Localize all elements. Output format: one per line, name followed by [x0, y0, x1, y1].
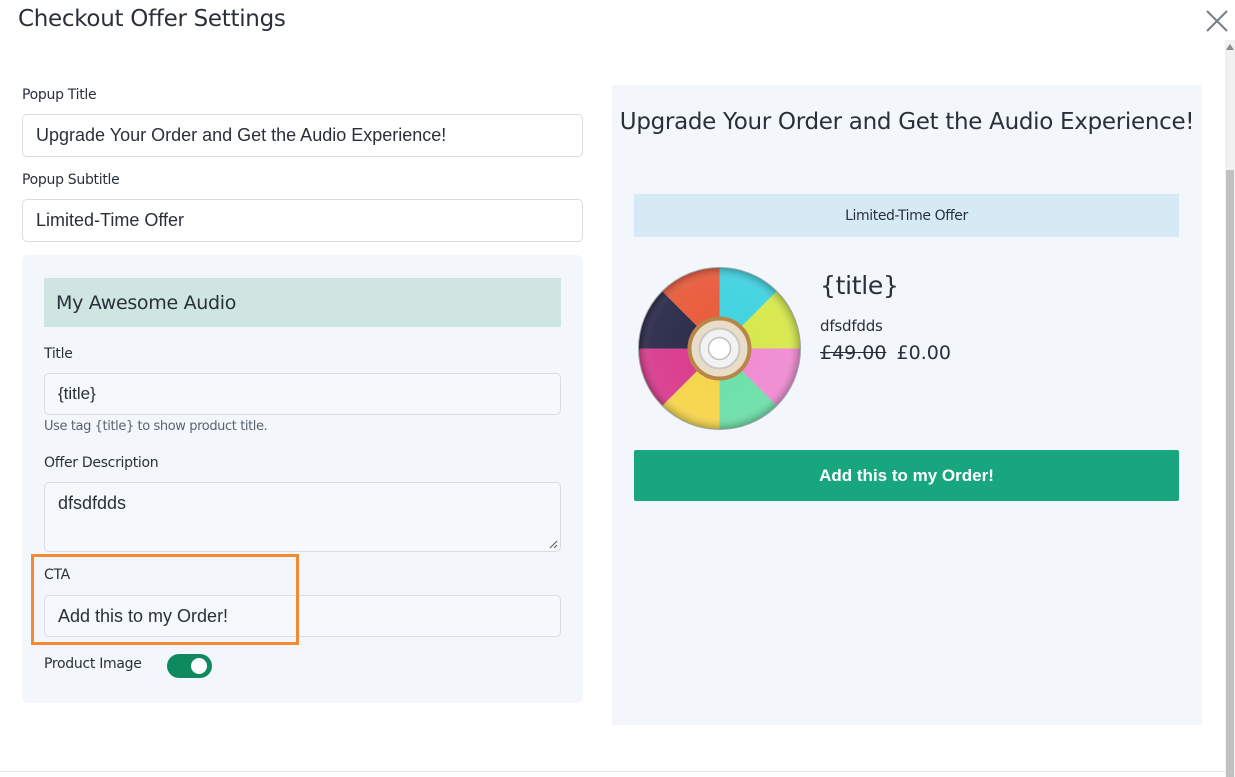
close-icon	[1206, 10, 1228, 32]
preview-description: dfsdfdds	[820, 317, 883, 335]
footer-divider	[0, 771, 1225, 772]
offer-description-label: Offer Description	[44, 455, 159, 471]
preview-subtitle-bar: Limited-Time Offer	[634, 194, 1179, 237]
offer-price: £0.00	[896, 342, 951, 364]
scrollbar-thumb[interactable]	[1226, 170, 1234, 777]
product-card-header: My Awesome Audio	[44, 278, 561, 327]
title-input[interactable]: {title}	[44, 373, 561, 415]
preview-title: Upgrade Your Order and Get the Audio Exp…	[619, 109, 1195, 135]
add-to-order-button[interactable]: Add this to my Order!	[634, 450, 1179, 501]
original-price: £49.00	[820, 342, 887, 364]
preview-product-title: {title}	[820, 271, 899, 300]
modal-title: Checkout Offer Settings	[18, 6, 286, 32]
product-image-toggle[interactable]	[167, 654, 212, 678]
product-image-label: Product Image	[44, 656, 142, 672]
cta-highlight-box	[31, 554, 299, 645]
close-button[interactable]	[1203, 7, 1231, 35]
toggle-knob	[191, 658, 207, 674]
offer-description-text: dfsdfdds	[58, 493, 127, 513]
popup-subtitle-input[interactable]: Limited-Time Offer	[22, 199, 583, 242]
title-label: Title	[44, 346, 73, 362]
offer-description-textarea[interactable]: dfsdfdds	[44, 482, 561, 552]
resize-grip-icon[interactable]	[548, 539, 558, 549]
price-row: £49.00 £0.00	[820, 342, 951, 364]
scroll-up-icon[interactable]	[1226, 44, 1234, 50]
title-hint: Use tag {title} to show product title.	[44, 419, 268, 434]
popup-subtitle-label: Popup Subtitle	[22, 172, 120, 188]
popup-title-label: Popup Title	[22, 87, 97, 103]
scrollbar[interactable]	[1225, 40, 1235, 777]
popup-title-input[interactable]: Upgrade Your Order and Get the Audio Exp…	[22, 114, 583, 157]
cd-disc-icon	[638, 267, 801, 430]
